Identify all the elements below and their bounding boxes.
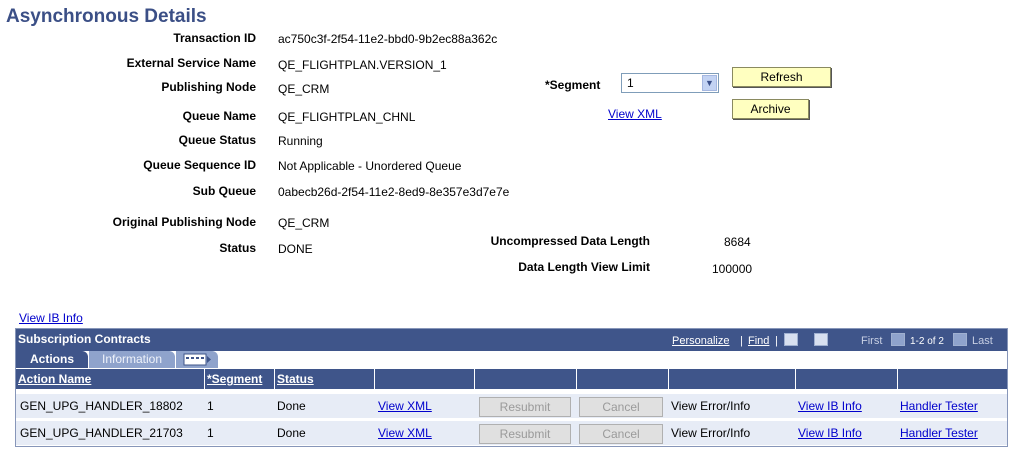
view-error-info-text: View Error/Info xyxy=(671,426,751,440)
col-view-error xyxy=(669,369,796,389)
view-ib-info-link[interactable]: View IB Info xyxy=(796,394,862,418)
cancel-button[interactable]: Cancel xyxy=(579,397,663,417)
view-xml-link[interactable]: View XML xyxy=(376,421,432,445)
refresh-button[interactable]: Refresh xyxy=(732,67,831,87)
transaction-id-value: ac750c3f-2f54-11e2-bbd0-9b2ec88a362c xyxy=(278,32,498,46)
col-cancel xyxy=(577,369,669,389)
view-xml-link[interactable]: View XML xyxy=(376,394,432,418)
table-row: GEN_UPG_HANDLER_21703 1 Done View XML Re… xyxy=(16,420,1007,445)
data-length-view-limit-value: 100000 xyxy=(712,262,753,276)
subscription-contracts-grid: Subscription Contracts Personalize | Fin… xyxy=(15,328,1008,447)
publishing-node-value: QE_CRM xyxy=(278,82,330,96)
uncompressed-data-length-label: Uncompressed Data Length xyxy=(490,234,650,248)
cancel-button[interactable]: Cancel xyxy=(579,424,663,444)
col-action-name[interactable]: Action Name xyxy=(16,369,205,389)
previous-icon xyxy=(891,333,905,346)
view-xml-link[interactable]: View XML xyxy=(608,107,662,121)
queue-sequence-id-label: Queue Sequence ID xyxy=(143,158,256,172)
row-range: 1-2 of 2 xyxy=(910,336,944,347)
download-icon[interactable] xyxy=(814,333,828,346)
queue-status-value: Running xyxy=(278,134,323,148)
resubmit-button[interactable]: Resubmit xyxy=(479,397,571,417)
queue-name-value: QE_FLIGHTPLAN_CHNL xyxy=(278,110,416,124)
grid-tabs: Actions Information xyxy=(16,351,1007,368)
action-name-cell: GEN_UPG_HANDLER_21703 xyxy=(20,426,183,440)
segment-select[interactable]: 1 ▼ xyxy=(621,73,719,93)
uncompressed-data-length-value: 8684 xyxy=(724,235,751,249)
col-view-ib-info xyxy=(796,369,898,389)
col-status[interactable]: Status xyxy=(275,369,375,389)
queue-sequence-id-value: Not Applicable - Unordered Queue xyxy=(278,159,462,173)
grid-header: Subscription Contracts Personalize | Fin… xyxy=(16,329,1007,351)
first-link: First xyxy=(861,335,883,347)
resubmit-button[interactable]: Resubmit xyxy=(479,424,571,444)
archive-button[interactable]: Archive xyxy=(732,99,809,119)
view-ib-info-link[interactable]: View IB Info xyxy=(19,311,83,325)
nav-separator: | xyxy=(740,335,743,347)
show-all-columns-icon[interactable] xyxy=(176,351,218,368)
grid-title: Subscription Contracts xyxy=(18,332,151,346)
col-resubmit xyxy=(475,369,577,389)
segment-label: *Segment xyxy=(545,78,601,92)
view-ib-info-link[interactable]: View IB Info xyxy=(796,421,862,445)
status-cell: Done xyxy=(277,426,306,440)
tab-information[interactable]: Information xyxy=(89,351,175,368)
status-label: Status xyxy=(219,241,256,255)
action-name-cell: GEN_UPG_HANDLER_18802 xyxy=(20,399,183,413)
status-cell: Done xyxy=(277,399,306,413)
next-icon xyxy=(953,333,967,346)
grid-column-headers: Action Name *Segment Status xyxy=(16,369,1007,389)
data-length-view-limit-label: Data Length View Limit xyxy=(518,260,650,274)
col-handler-tester xyxy=(898,369,1007,389)
segment-select-value: 1 xyxy=(627,76,634,90)
personalize-link[interactable]: Personalize xyxy=(672,335,729,347)
original-publishing-node-value: QE_CRM xyxy=(278,216,330,230)
segment-cell: 1 xyxy=(207,426,214,440)
view-all-icon[interactable] xyxy=(784,333,798,346)
transaction-id-label: Transaction ID xyxy=(173,31,256,45)
publishing-node-label: Publishing Node xyxy=(161,80,256,94)
table-row: GEN_UPG_HANDLER_18802 1 Done View XML Re… xyxy=(16,393,1007,418)
nav-separator: | xyxy=(775,335,778,347)
col-segment[interactable]: *Segment xyxy=(205,369,275,389)
original-publishing-node-label: Original Publishing Node xyxy=(112,215,256,229)
handler-tester-link[interactable]: Handler Tester xyxy=(898,394,978,418)
handler-tester-link[interactable]: Handler Tester xyxy=(898,421,978,445)
col-view-xml xyxy=(375,369,475,389)
find-link[interactable]: Find xyxy=(748,335,769,347)
chevron-down-icon[interactable]: ▼ xyxy=(702,75,717,91)
external-service-name-label: External Service Name xyxy=(126,56,256,70)
view-error-info-text: View Error/Info xyxy=(671,399,751,413)
page-title: Asynchronous Details xyxy=(6,6,207,27)
sub-queue-label: Sub Queue xyxy=(192,184,256,198)
last-link: Last xyxy=(972,335,993,347)
segment-cell: 1 xyxy=(207,399,214,413)
status-value: DONE xyxy=(278,242,313,256)
tab-actions[interactable]: Actions xyxy=(16,351,88,368)
sub-queue-value: 0abecb26d-2f54-11e2-8ed9-8e357e3d7e7e xyxy=(278,185,510,199)
queue-name-label: Queue Name xyxy=(182,109,256,123)
external-service-name-value: QE_FLIGHTPLAN.VERSION_1 xyxy=(278,58,447,72)
queue-status-label: Queue Status xyxy=(178,133,256,147)
